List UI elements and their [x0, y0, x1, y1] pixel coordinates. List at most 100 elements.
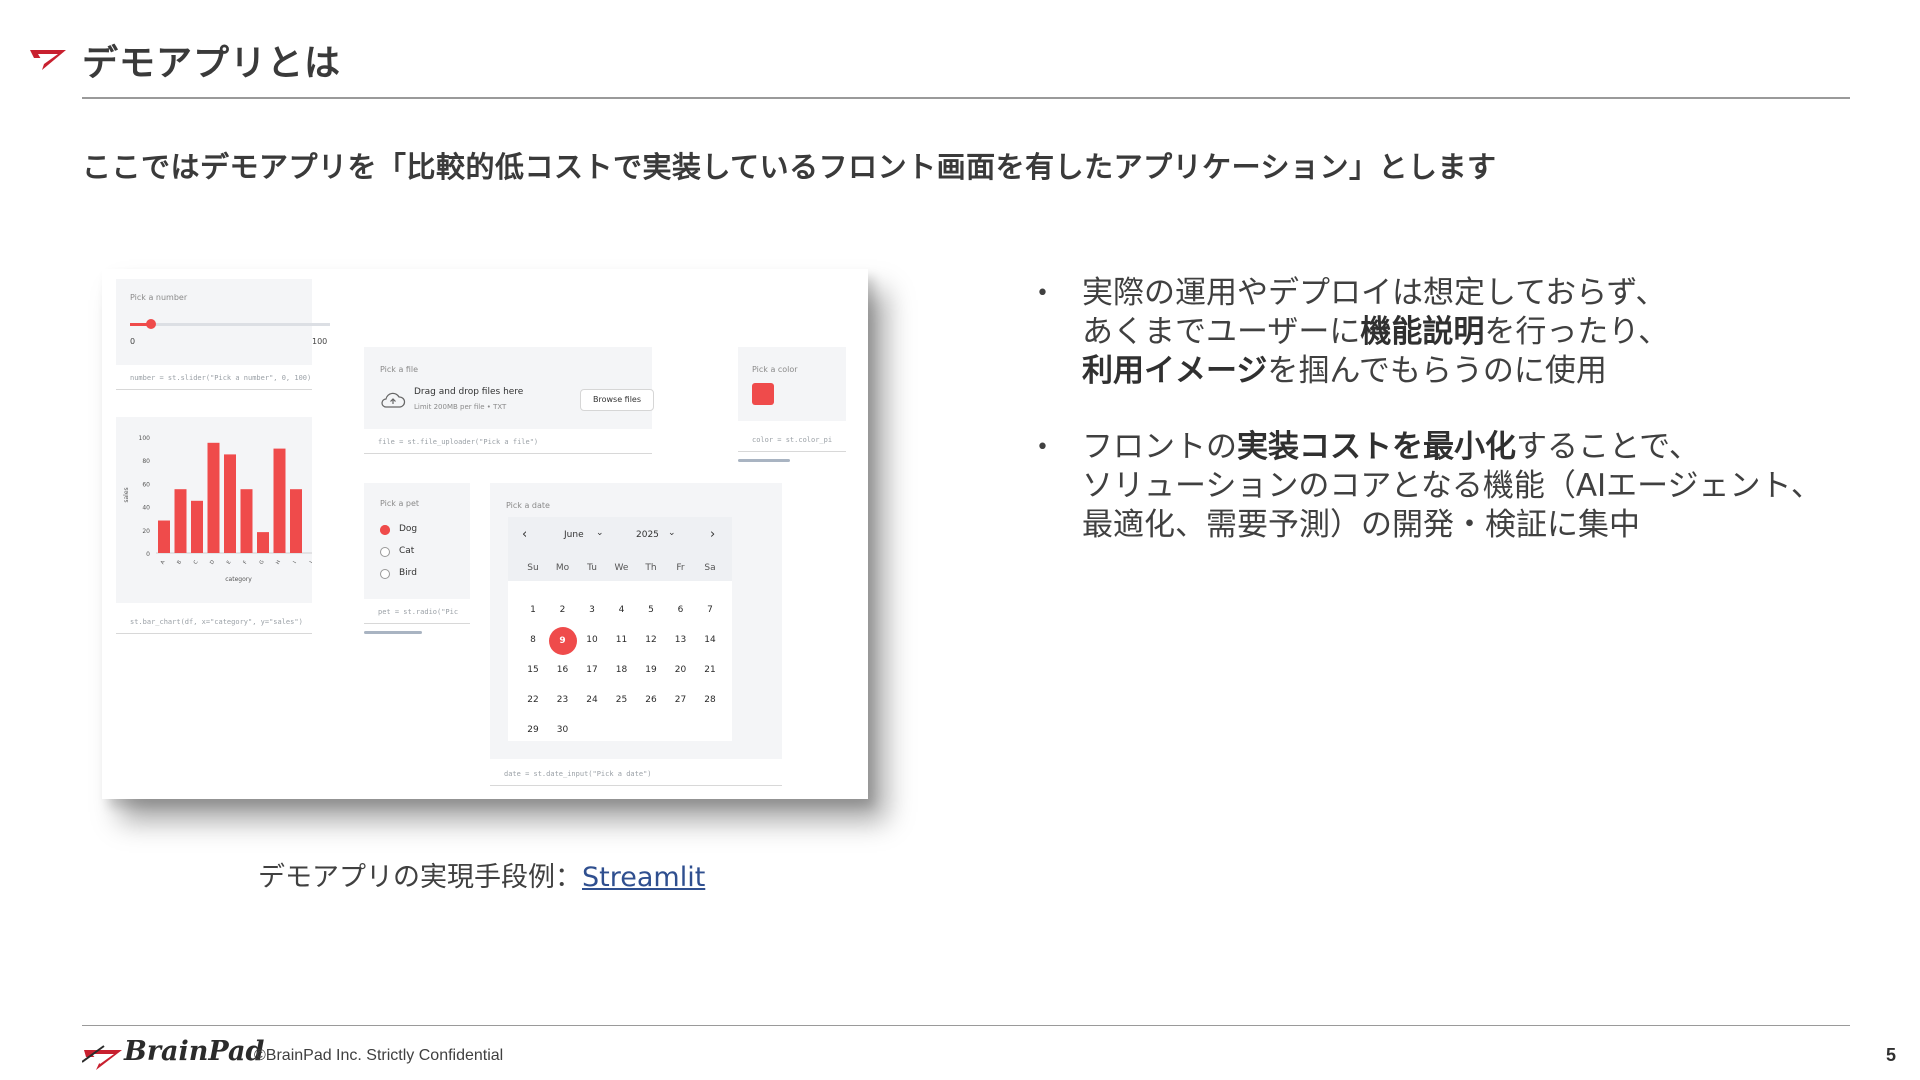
radio-code-scrollbar[interactable]: [364, 631, 422, 634]
x-tick-label: D: [209, 559, 216, 565]
y-tick-label: 20: [142, 528, 150, 535]
y-tick-label: 0: [146, 551, 150, 558]
calendar-day[interactable]: 6: [666, 605, 696, 615]
calendar-day[interactable]: 10: [577, 635, 607, 645]
calendar-day[interactable]: 2: [548, 605, 578, 615]
radio-card: Pick a pet Dog Cat Bird: [364, 483, 470, 599]
calendar-day[interactable]: 15: [518, 665, 548, 675]
calendar-day[interactable]: 8: [518, 635, 548, 645]
radio-code: pet = st.radio("Pic: [364, 601, 470, 624]
calendar-day[interactable]: 13: [666, 635, 696, 645]
calendar-day[interactable]: 22: [518, 695, 548, 705]
page-title: デモアプリとは: [82, 43, 342, 84]
chart-code: st.bar_chart(df, x="category", y="sales"…: [116, 611, 312, 634]
calendar-weekday-we: We: [614, 563, 629, 573]
brainpad-logo-icon: [30, 50, 66, 70]
calendar-day[interactable]: 24: [577, 695, 607, 705]
calendar-day[interactable]: 3: [577, 605, 607, 615]
bar: [191, 500, 203, 553]
bullet-1-line-3: 利用イメージを掴んでもらうのに使用: [1082, 353, 1607, 389]
slider-min: 0: [130, 337, 136, 346]
demo-app-screenshot: Pick a number 0 100 number = st.slider("…: [102, 269, 868, 799]
copyright: ©BrainPad Inc. Strictly Confidential: [254, 1047, 504, 1064]
cloud-upload-icon: [381, 392, 406, 408]
radio-bird[interactable]: [380, 569, 390, 579]
calendar: ‹ June ⌄ 2025 ⌄ › Su Mo Tu We Th Fr Sa 1 2 3 4 5 6 7 8…: [508, 517, 732, 741]
y-axis-label: sales: [123, 487, 130, 502]
bar: [273, 448, 286, 553]
calendar-day[interactable]: 27: [666, 695, 696, 705]
bullet-1-marker: •: [1036, 281, 1049, 306]
color-code-scrollbar[interactable]: [738, 459, 790, 462]
slider-label: Pick a number: [130, 293, 188, 302]
streamlit-link[interactable]: Streamlit: [582, 862, 705, 893]
y-tick-label: 80: [142, 458, 150, 465]
calendar-day[interactable]: 30: [548, 725, 578, 735]
calendar-day[interactable]: 23: [548, 695, 578, 705]
calendar-day[interactable]: 16: [548, 665, 578, 675]
bar: [240, 489, 253, 553]
date-code: date = st.date_input("Pick a date"): [490, 763, 782, 786]
x-tick-label: E: [226, 560, 233, 566]
calendar-day[interactable]: 17: [577, 665, 607, 675]
x-tick-label: A: [160, 559, 167, 565]
calendar-day[interactable]: 7: [695, 605, 725, 615]
radio-label: Pick a pet: [380, 499, 420, 508]
color-swatch[interactable]: [752, 383, 774, 405]
bar: [158, 520, 170, 553]
calendar-day[interactable]: 14: [695, 635, 725, 645]
calendar-day[interactable]: 12: [636, 635, 666, 645]
slider-track: [130, 323, 330, 326]
x-tick-label: F: [242, 560, 249, 566]
slider-handle[interactable]: [146, 319, 156, 329]
calendar-day[interactable]: 26: [636, 695, 666, 705]
calendar-day[interactable]: 1: [518, 605, 548, 615]
year-chevron-down-icon: ⌄: [668, 528, 676, 538]
y-tick-label: 40: [142, 505, 150, 512]
date-label: Pick a date: [506, 501, 550, 510]
calendar-weekday-su: Su: [527, 563, 539, 573]
calendar-day[interactable]: 4: [607, 605, 637, 615]
calendar-year[interactable]: 2025: [636, 530, 659, 540]
slider-code: number = st.slider("Pick a number", 0, 1…: [116, 367, 312, 390]
chevron-left-icon[interactable]: ‹: [522, 527, 527, 542]
calendar-day[interactable]: 28: [695, 695, 725, 705]
x-axis-label: category: [225, 576, 252, 583]
calendar-day[interactable]: 21: [695, 665, 725, 675]
bullet-2-line-3: 最適化、需要予測）の開発・検証に集中: [1082, 507, 1640, 543]
radio-cat[interactable]: [380, 547, 390, 557]
calendar-weekday-mo: Mo: [555, 563, 570, 573]
bar: [224, 454, 236, 553]
footer-logo-text: BrainPad: [124, 1036, 265, 1067]
calendar-day[interactable]: 11: [607, 635, 637, 645]
month-chevron-down-icon: ⌄: [596, 528, 604, 538]
color-label: Pick a color: [752, 365, 798, 374]
calendar-weekday-sa: Sa: [704, 563, 716, 573]
calendar-day-selected[interactable]: 9: [548, 627, 577, 655]
calendar-day[interactable]: 20: [666, 665, 696, 675]
x-tick-label: C: [193, 559, 200, 565]
browse-files-button[interactable]: Browse files: [580, 389, 654, 411]
chart-card: 100 80 60 40 20 0 sales A B C D E F G H I Jcategory: [116, 417, 321, 603]
bullet-2-marker: •: [1036, 435, 1049, 460]
calendar-day[interactable]: 25: [607, 695, 637, 705]
calendar-month[interactable]: June: [564, 530, 584, 540]
bar: [174, 489, 187, 553]
color-code: color = st.color_pi: [738, 429, 846, 452]
calendar-day[interactable]: 5: [636, 605, 666, 615]
bar: [207, 442, 220, 553]
calendar-day[interactable]: 19: [636, 665, 666, 675]
x-tick-label: J: [308, 560, 312, 565]
footer-logo-icon: [82, 1045, 122, 1070]
slider-card: Pick a number 0 100: [116, 279, 330, 365]
calendar-day[interactable]: 29: [518, 725, 548, 735]
calendar-day[interactable]: 18: [607, 665, 637, 675]
y-tick-label: 100: [139, 435, 151, 442]
y-tick-label: 60: [142, 481, 150, 488]
uploader-drop-text: Drag and drop files here: [414, 387, 524, 397]
page-number: 5: [1886, 1045, 1897, 1065]
uploader-card: Pick a file Drag and drop files here Lim…: [364, 347, 654, 429]
calendar-weekday-fr: Fr: [676, 563, 685, 573]
chevron-right-icon[interactable]: ›: [710, 527, 715, 542]
x-tick-label: G: [259, 559, 266, 565]
